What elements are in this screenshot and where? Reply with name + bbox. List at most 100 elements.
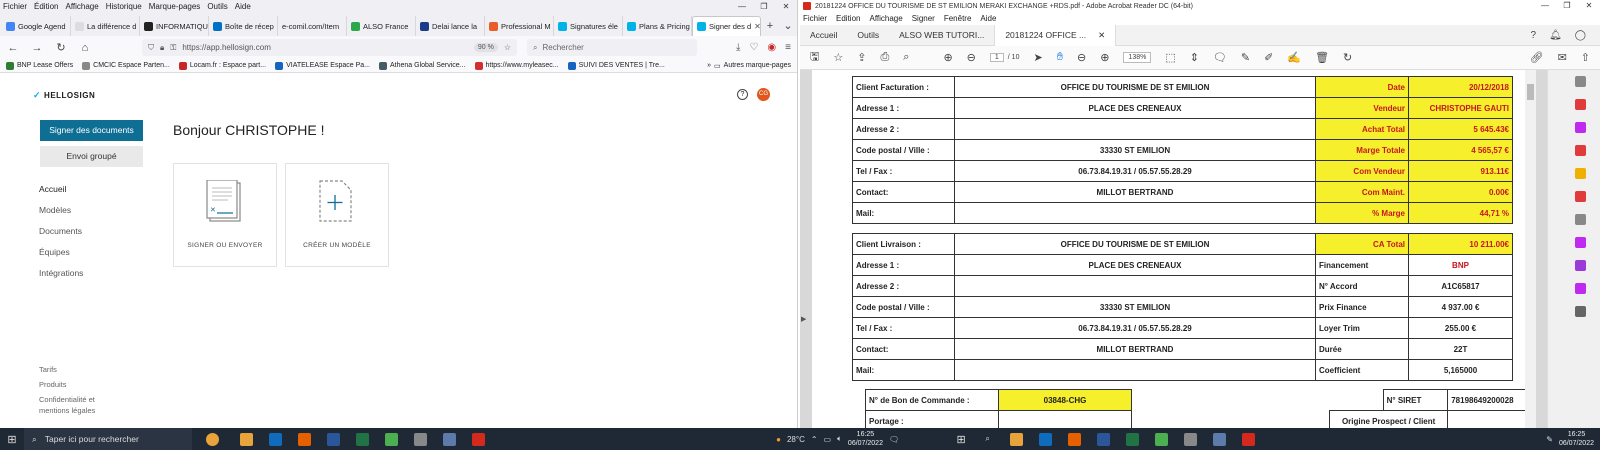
bulk-send-button[interactable]: Envoi groupé (40, 146, 143, 167)
bookmark-star-icon[interactable]: ☆ (833, 51, 843, 64)
tab-current-document[interactable]: 20181224 OFFICE ... ✕ (994, 24, 1117, 46)
comment-icon[interactable]: 🗨︎ (1213, 51, 1227, 64)
tab-also-france[interactable]: ALSO France (347, 16, 416, 36)
temperature[interactable]: 28°C (787, 435, 805, 444)
menu-affichage[interactable]: Affichage (869, 14, 902, 23)
menu-fichier[interactable]: Fichier (803, 14, 827, 23)
tab-plans-pricing[interactable]: Plans & Pricing (623, 16, 692, 36)
list-tabs-icon[interactable]: ⌄ (779, 16, 797, 36)
home-icon[interactable]: ⌂ (78, 42, 92, 54)
back-icon[interactable]: ← (6, 42, 20, 54)
url-text[interactable]: https://app.hellosign.com (182, 43, 468, 52)
close-tab-icon[interactable]: ✕ (754, 22, 760, 31)
taskbar-app-icon[interactable] (1060, 428, 1089, 450)
combine-files-icon[interactable] (1575, 191, 1586, 202)
bookmark-item[interactable]: VIATELEASE Espace Pa... (275, 61, 370, 70)
zoom-indicator[interactable]: 90 % (473, 43, 498, 52)
windows-start-icon-second-screen[interactable]: ⊞ (949, 428, 973, 450)
bookmark-star-icon[interactable]: ☆ (504, 43, 511, 52)
close-icon[interactable]: ✕ (1578, 0, 1600, 12)
nav-modeles[interactable]: Modèles (39, 205, 83, 215)
bookmark-item[interactable]: Locam.fr : Espace part... (178, 61, 266, 70)
page-up-icon[interactable]: ⊕ (943, 51, 952, 64)
zoom-in-icon[interactable]: ⊕ (1100, 51, 1109, 64)
network-icon[interactable]: ▭ (824, 435, 832, 444)
taskbar-app-icon[interactable] (1002, 428, 1031, 450)
taskbar-clock[interactable]: 16:25 06/07/2022 (848, 430, 883, 448)
weather-widget-icon[interactable] (192, 428, 232, 450)
new-tab-icon[interactable]: + (761, 16, 779, 36)
avatar[interactable]: CG (757, 88, 770, 101)
minimize-icon[interactable]: — (731, 0, 753, 13)
taskbar-app-icon[interactable] (232, 428, 261, 450)
nav-accueil[interactable]: Accueil (39, 184, 83, 194)
save-icon[interactable]: 🖫 (810, 48, 819, 67)
menu-aide[interactable]: Aide (235, 2, 251, 11)
taskbar-app-icon[interactable] (1176, 428, 1205, 450)
bookmark-item[interactable]: https://www.myleasec... (474, 61, 559, 70)
export-pdf-icon[interactable] (1575, 145, 1586, 156)
fill-sign-icon[interactable]: ✍ (1287, 51, 1301, 64)
menu-edition[interactable]: Edition (836, 14, 860, 23)
taskbar-app-icon[interactable] (464, 428, 493, 450)
highlight-icon[interactable]: ✎ (1241, 51, 1250, 64)
taskbar-app-icon[interactable] (1234, 428, 1263, 450)
search-icon[interactable]: ⌕ (903, 51, 909, 64)
scroll-mode-icon[interactable]: ⇕ (1190, 51, 1199, 64)
tab-google-agenda[interactable]: Google Agend (2, 16, 71, 36)
menu-fenetre[interactable]: Fenêtre (944, 14, 972, 23)
bookmark-item[interactable]: CMCIC Espace Parten... (82, 61, 170, 70)
sign-documents-button[interactable]: Signer des documents (40, 120, 143, 141)
upload-icon[interactable]: ⇪ (857, 51, 866, 64)
bookmark-item[interactable]: SUIVI DES VENTES | Tre... (567, 61, 665, 70)
scrollbar-thumb[interactable] (1527, 84, 1534, 100)
lock-icon[interactable]: 🔒︎ (160, 43, 164, 53)
taskbar-clock-second-screen[interactable]: 16:25 06/07/2022 (1559, 430, 1594, 448)
nav-integrations[interactable]: Intégrations (39, 268, 83, 278)
taskbar-app-icon[interactable] (261, 428, 290, 450)
tab-signer-des-documents[interactable]: Signer des d ✕ (692, 16, 761, 36)
nav-equipes[interactable]: Équipes (39, 247, 83, 257)
restore-icon[interactable]: ❐ (1556, 0, 1578, 12)
draw-icon[interactable]: ✐ (1264, 51, 1273, 64)
tab-professional[interactable]: Professional M (485, 16, 554, 36)
help-icon[interactable]: ? (1531, 30, 1537, 41)
bookmark-item[interactable]: Athena Global Service... (379, 61, 466, 70)
taskbar-app-icon[interactable] (377, 428, 406, 450)
pen-icon[interactable]: ✎ (1546, 435, 1553, 444)
taskbar-app-icon[interactable] (435, 428, 464, 450)
hellosign-logo[interactable]: ✓ HELLOSIGN (33, 90, 95, 101)
tab-e-comil[interactable]: e-comil.com/Item (278, 16, 347, 36)
search-input[interactable]: ⌕ Rechercher (527, 39, 697, 56)
tab-accueil[interactable]: Accueil (800, 25, 847, 46)
other-bookmarks[interactable]: » ▭ Autres marque-pages (707, 62, 797, 70)
create-pdf-icon[interactable] (1575, 99, 1586, 110)
zoom-out-icon[interactable]: ⊖ (1077, 51, 1086, 64)
nav-documents[interactable]: Documents (39, 226, 83, 236)
menu-historique[interactable]: Historique (106, 2, 142, 11)
tab-boite-reception[interactable]: Boîte de récep (209, 16, 278, 36)
request-signature-icon[interactable] (1575, 283, 1586, 294)
taskbar-app-icon[interactable] (1205, 428, 1234, 450)
sign-or-send-card[interactable]: ✕ SIGNER OU ENVOYER (173, 163, 277, 267)
taskbar-app-icon[interactable] (1147, 428, 1176, 450)
menu-aide[interactable]: Aide (980, 14, 996, 23)
tab-outils[interactable]: Outils (847, 25, 889, 46)
create-template-card[interactable]: CRÉER UN MODÈLE (285, 163, 389, 267)
page-number-input[interactable]: 1 (989, 53, 1004, 62)
print-icon[interactable]: ⎙ (880, 51, 889, 64)
notifications-icon[interactable]: 🗨︎ (889, 435, 899, 444)
mail-icon[interactable]: ✉ (1558, 51, 1567, 64)
sign-in-icon[interactable]: ◯ (1575, 30, 1586, 41)
hamburger-menu-icon[interactable]: ≡ (785, 42, 791, 53)
tray-chevron-icon[interactable]: ⌃ (811, 435, 818, 444)
windows-start-icon[interactable]: ⊞ (0, 428, 24, 450)
pocket-icon[interactable]: ♡ (749, 42, 758, 53)
bookmark-item[interactable]: BNP Lease Offers (6, 61, 73, 70)
menu-fichier[interactable]: Fichier (3, 2, 27, 11)
url-bar[interactable]: ⛉ 🔒︎ ⚿ https://app.hellosign.com 90 % ☆ (142, 39, 517, 56)
taskbar-search-input[interactable]: ⌕ Taper ici pour rechercher (24, 428, 192, 450)
chevron-right-icon[interactable]: » (707, 62, 711, 69)
rotate-icon[interactable]: ↻ (1343, 51, 1352, 64)
organize-pages-icon[interactable] (1575, 122, 1586, 133)
